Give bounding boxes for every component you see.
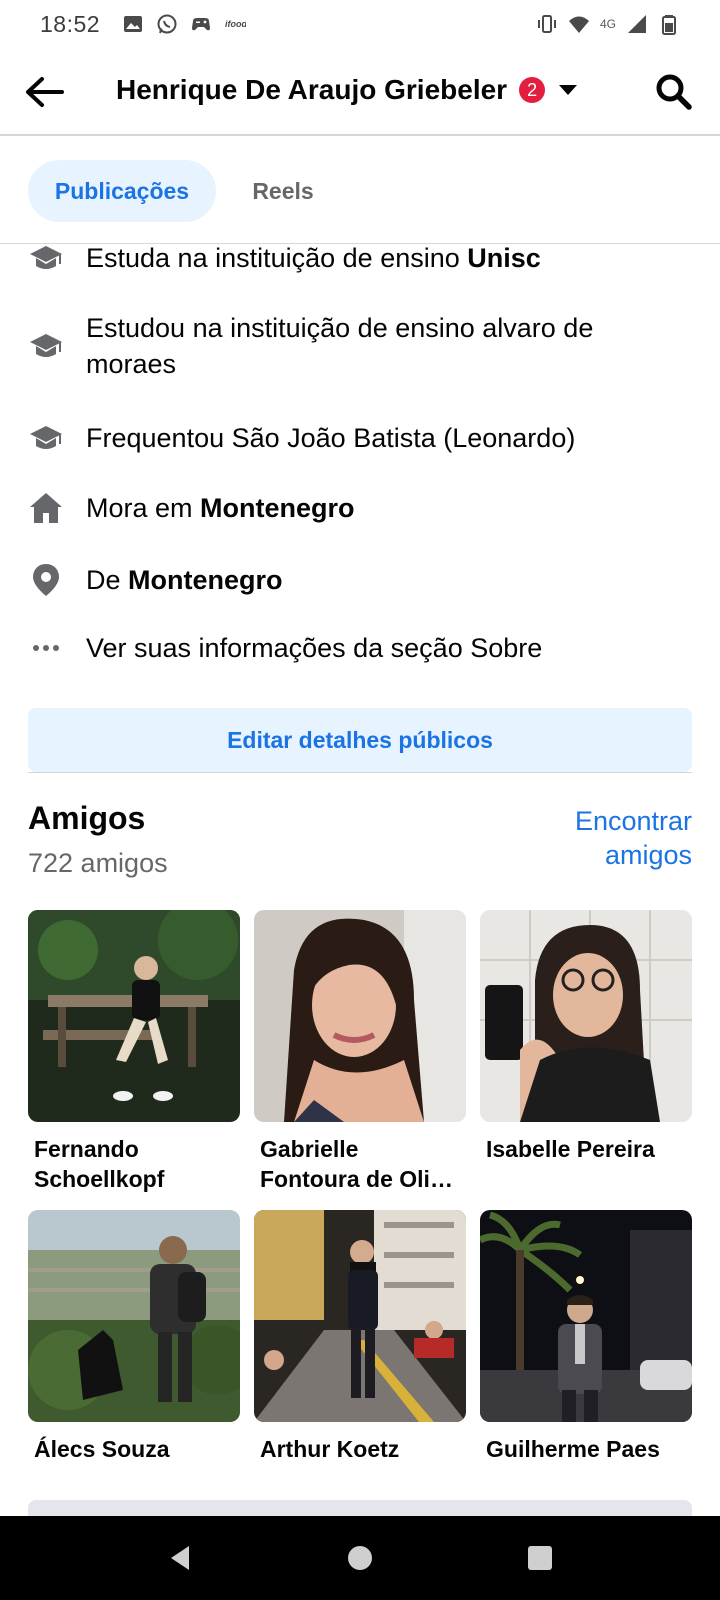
home-icon [28,490,64,526]
android-nav-bar [0,1516,720,1600]
friend-photo [254,910,466,1122]
friend-name: Fernando Schoellkopf [34,1136,165,1192]
gallery-icon [124,16,143,32]
friend-card[interactable]: Guilherme Paes [480,1210,692,1464]
ifood-icon: ifood [225,19,246,29]
gamepad-icon [192,18,211,31]
friend-photo [28,910,240,1122]
friend-name: Álecs Souza [34,1436,170,1462]
tab-reels[interactable]: Reels [228,160,338,222]
graduation-cap-icon [28,420,64,456]
svg-text:ifood: ifood [225,19,246,29]
status-bar: 18:52 ifood 4G [0,0,720,48]
notification-icons: ifood [122,13,246,35]
notification-badge: 2 [519,77,546,103]
nav-home-icon[interactable] [345,1543,375,1573]
profile-tabs: Publicações Reels [0,136,720,244]
friend-card[interactable]: Fernando Schoellkopf [28,910,240,1194]
friend-name: Guilherme Paes [486,1436,660,1462]
divider [28,772,692,773]
chevron-down-icon[interactable] [559,85,578,95]
friend-name: Isabelle Pereira [486,1136,655,1162]
tab-publicacoes[interactable]: Publicações [28,160,216,222]
system-status-icons: 4G [536,13,680,35]
signal-icon [628,15,646,33]
arrow-left-icon [26,77,64,107]
see-about-info-link[interactable]: Ver suas informações da seção Sobre [28,630,698,666]
friends-count: 722 amigos [28,848,168,878]
info-item-from: De Montenegro [28,562,698,598]
info-item-studied: Estudou na instituição de ensino alvaro … [28,310,698,382]
friend-name: Gabrielle Fontoura de Oli… [260,1136,453,1192]
friend-name: Arthur Koetz [260,1436,400,1462]
edit-public-details-button[interactable]: Editar detalhes públicos [28,708,692,772]
nav-recents-icon[interactable] [525,1543,555,1573]
battery-icon [662,15,676,35]
status-time: 18:52 [40,10,101,37]
graduation-cap-icon [28,240,64,276]
location-pin-icon [28,562,64,598]
friend-card[interactable]: Álecs Souza [28,1210,240,1464]
vibrate-icon [537,15,556,33]
search-icon[interactable] [654,72,694,112]
friend-photo [480,1210,692,1422]
friend-photo [254,1210,466,1422]
friend-card[interactable]: Gabrielle Fontoura de Oli… [254,910,466,1194]
friend-photo [28,1210,240,1422]
page-title: Henrique De Araujo Griebeler [116,74,508,105]
info-item-attended: Frequentou São João Batista (Leonardo) [28,420,698,456]
friends-title: Amigos [28,800,146,836]
friend-photo [480,910,692,1122]
whatsapp-icon [157,14,177,34]
network-type: 4G [599,17,616,31]
info-item-studies: Estuda na instituição de ensino Unisc [28,240,698,276]
friend-card[interactable]: Isabelle Pereira [480,910,692,1164]
profile-name-selector[interactable]: Henrique De Araujo Griebeler 2 [116,74,578,106]
profile-header: Henrique De Araujo Griebeler 2 [0,48,720,136]
more-dots-icon [28,630,64,666]
graduation-cap-icon [28,328,64,364]
nav-back-icon[interactable] [165,1543,195,1573]
info-item-lives-in: Mora em Montenegro [28,490,698,526]
back-button[interactable] [22,70,66,114]
find-friends-link[interactable]: Encontrar amigos [492,804,692,872]
friend-card[interactable]: Arthur Koetz [254,1210,466,1464]
wifi-icon [568,16,589,33]
